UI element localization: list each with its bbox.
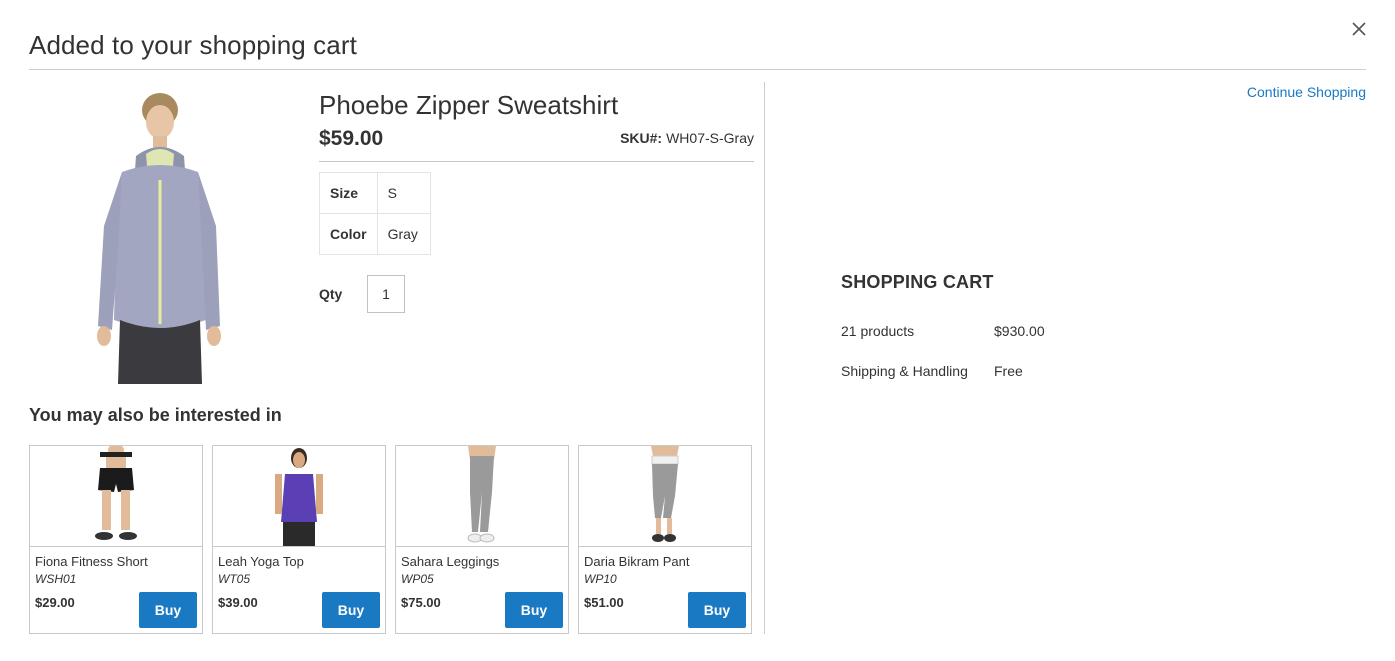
close-icon-svg bbox=[1352, 22, 1366, 36]
cart-row-label: Shipping & Handling bbox=[841, 363, 968, 379]
option-value: Gray bbox=[376, 213, 431, 255]
product-thumbnail bbox=[213, 446, 385, 547]
related-product-sku: WT05 bbox=[218, 572, 251, 586]
related-product-price: $75.00 bbox=[401, 595, 441, 610]
related-product-price: $39.00 bbox=[218, 595, 258, 610]
buy-button[interactable]: Buy bbox=[688, 592, 746, 628]
related-product-price: $29.00 bbox=[35, 595, 75, 610]
related-product-price: $51.00 bbox=[584, 595, 624, 610]
related-product-sku: WP10 bbox=[584, 572, 617, 586]
option-value: S bbox=[376, 172, 431, 214]
buy-button[interactable]: Buy bbox=[505, 592, 563, 628]
related-product-sku: WP05 bbox=[401, 572, 434, 586]
buy-button[interactable]: Buy bbox=[139, 592, 197, 628]
cart-row-value: $930.00 bbox=[994, 323, 1045, 339]
option-row: Color Gray bbox=[319, 213, 431, 255]
option-label: Size bbox=[319, 172, 378, 214]
product-price: $59.00 bbox=[319, 127, 384, 150]
cart-row-value: Free bbox=[994, 363, 1023, 379]
continue-shopping-link[interactable]: Continue Shopping bbox=[1247, 84, 1366, 100]
product-thumbnail bbox=[396, 446, 568, 547]
related-product-name[interactable]: Leah Yoga Top bbox=[218, 554, 304, 569]
option-row: Size S bbox=[319, 172, 431, 214]
option-label: Color bbox=[319, 213, 378, 255]
buy-button[interactable]: Buy bbox=[322, 592, 380, 628]
related-product-name[interactable]: Daria Bikram Pant bbox=[584, 554, 689, 569]
related-card[interactable]: Sahara Leggings WP05 $75.00 Buy bbox=[395, 445, 569, 634]
product-image bbox=[80, 88, 240, 384]
related-product-name[interactable]: Sahara Leggings bbox=[401, 554, 499, 569]
sku-label: SKU#: bbox=[620, 130, 663, 146]
options-table: Size S Color Gray bbox=[319, 172, 431, 255]
column-divider bbox=[764, 82, 765, 634]
title-divider bbox=[29, 69, 1366, 70]
related-product-sku: WSH01 bbox=[35, 572, 77, 586]
product-thumbnail bbox=[579, 446, 751, 547]
close-icon[interactable] bbox=[1348, 18, 1370, 40]
price-divider bbox=[319, 161, 754, 162]
related-card[interactable]: Leah Yoga Top WT05 $39.00 Buy bbox=[212, 445, 386, 634]
qty-input[interactable] bbox=[367, 275, 405, 313]
product-sku: SKU#: WH07-S-Gray bbox=[620, 130, 754, 146]
product-thumbnail bbox=[30, 446, 202, 547]
cart-row-label: 21 products bbox=[841, 323, 915, 339]
related-card[interactable]: Daria Bikram Pant WP10 $51.00 Buy bbox=[578, 445, 752, 634]
related-product-name[interactable]: Fiona Fitness Short bbox=[35, 554, 148, 569]
related-card[interactable]: Fiona Fitness Short WSH01 $29.00 Buy bbox=[29, 445, 203, 634]
sku-value: WH07-S-Gray bbox=[666, 130, 754, 146]
cart-title: SHOPPING CART bbox=[841, 272, 994, 292]
modal-title: Added to your shopping cart bbox=[29, 30, 357, 60]
product-name: Phoebe Zipper Sweatshirt bbox=[319, 90, 619, 120]
qty-label: Qty bbox=[319, 286, 343, 302]
related-title: You may also be interested in bbox=[29, 405, 282, 425]
